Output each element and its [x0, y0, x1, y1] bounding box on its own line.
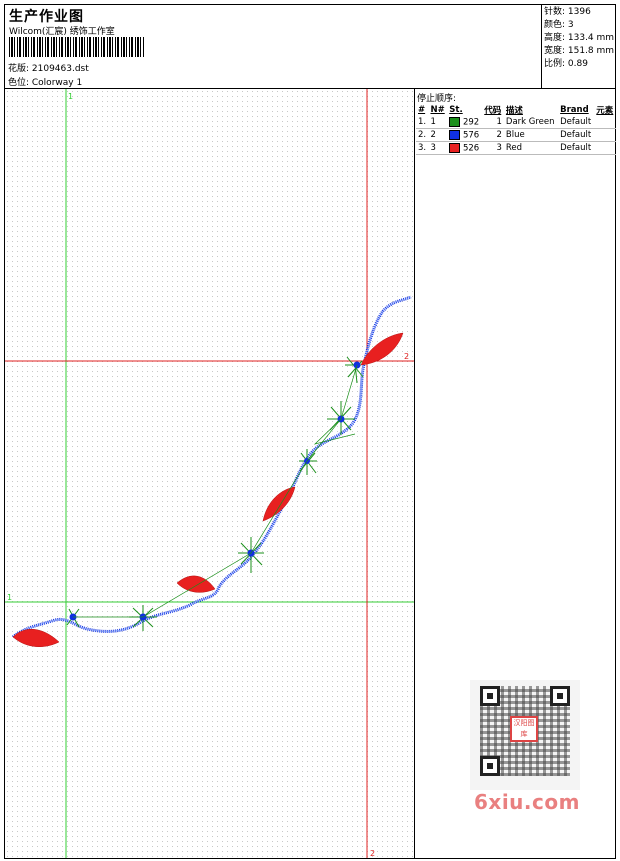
- row-description: Red: [503, 141, 559, 155]
- row-stitches: 292: [447, 116, 483, 129]
- row-element: [594, 128, 616, 142]
- design-canvas[interactable]: 1 1 2 2: [5, 89, 415, 858]
- stats-block: 针数: 1396 颜色: 3 高度: 133.4 mm 宽度: 151.8 mm…: [542, 5, 615, 89]
- row-stitches: 526: [447, 141, 483, 155]
- green-v-label: 1: [68, 92, 73, 101]
- row-needle: 1: [428, 116, 448, 129]
- row-code: 1: [482, 116, 504, 129]
- row-element: [594, 141, 616, 155]
- row-brand: Default: [558, 116, 595, 129]
- col-header: 描述: [505, 105, 523, 116]
- color-count: 颜色: 3: [544, 20, 574, 30]
- row-index: 2.: [416, 128, 429, 142]
- embroidery-preview: 1 1 2 2: [5, 89, 414, 858]
- software-subtitle: Wilcom(汇宸) 绣饰工作室: [9, 27, 115, 37]
- table-row[interactable]: 2. 2 576 2 Blue Default: [416, 128, 616, 142]
- row-code: 3: [482, 141, 504, 155]
- row-stitches: 576: [447, 128, 483, 142]
- stitch-count: 针数: 1396: [544, 7, 591, 17]
- red-v-label: 2: [370, 849, 375, 858]
- qr-code-watermark: 汉阳图库: [470, 680, 580, 790]
- barcode: [9, 37, 145, 57]
- design-height: 高度: 133.4 mm: [544, 33, 615, 43]
- color-table: # N# St. 代码 描述 Brand 元素 1. 1 292 1 Dark …: [416, 103, 616, 155]
- row-element: [594, 116, 616, 129]
- row-needle: 3: [428, 141, 448, 155]
- color-swatch: [449, 116, 461, 127]
- color-swatch: [449, 142, 461, 153]
- row-brand: Default: [558, 128, 595, 142]
- colorway-label: 色位: Colorway 1: [8, 78, 83, 88]
- qr-finder: [550, 686, 570, 706]
- design-file-label: 花版: 2109463.dst: [8, 64, 89, 74]
- col-header: St.: [449, 104, 463, 115]
- qr-finder: [480, 686, 500, 706]
- green-h-label: 1: [7, 593, 12, 602]
- col-header: 元素: [596, 105, 614, 116]
- table-row[interactable]: 1. 1 292 1 Dark Green Default: [416, 116, 616, 129]
- design-width: 宽度: 151.8 mm: [544, 46, 615, 56]
- row-needle: 2: [428, 128, 448, 142]
- col-header: N#: [430, 104, 445, 115]
- row-description: Dark Green: [503, 116, 559, 129]
- col-header: Brand: [560, 104, 589, 115]
- scale-value: 比例: 0.89: [544, 59, 588, 69]
- table-row[interactable]: 3. 3 526 3 Red Default: [416, 141, 616, 155]
- col-header: 代码: [484, 105, 502, 116]
- red-h-label: 2: [404, 352, 409, 361]
- row-index: 3.: [416, 141, 429, 155]
- row-index: 1.: [416, 116, 429, 129]
- row-description: Blue: [503, 128, 559, 142]
- qr-finder: [480, 756, 500, 776]
- color-swatch: [449, 129, 461, 140]
- color-table-header: # N# St. 代码 描述 Brand 元素: [416, 103, 616, 116]
- row-code: 2: [482, 128, 504, 142]
- row-brand: Default: [558, 141, 595, 155]
- qr-logo: 汉阳图库: [510, 716, 538, 742]
- header-block: 生产作业图 Wilcom(汇宸) 绣饰工作室 花版: 2109463.dst 色…: [5, 5, 542, 89]
- col-header: #: [418, 104, 426, 115]
- site-watermark: 6xiu.com: [474, 790, 580, 814]
- sheet-title: 生产作业图: [9, 9, 84, 25]
